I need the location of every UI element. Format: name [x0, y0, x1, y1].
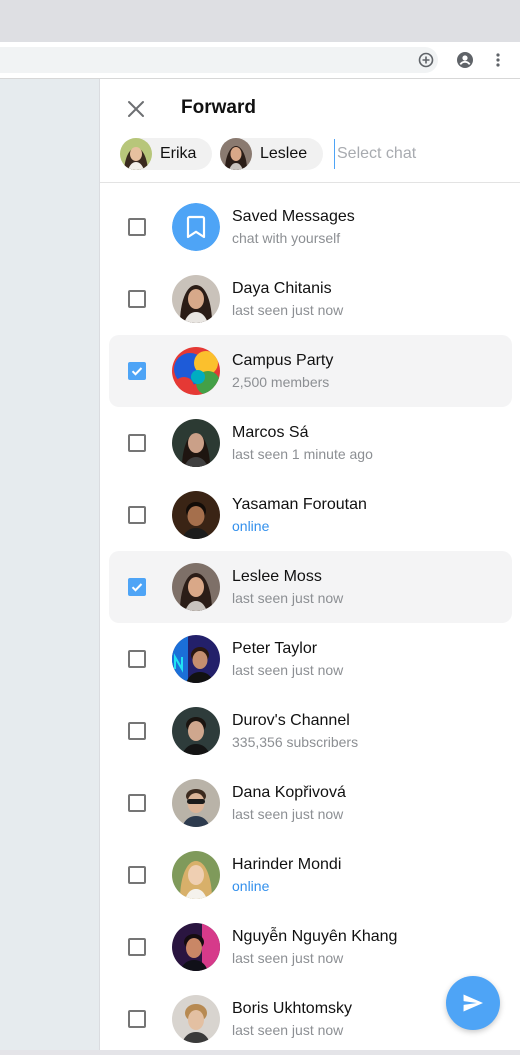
- colorful-balloons-avatar: [172, 347, 220, 395]
- checkbox[interactable]: [128, 290, 146, 308]
- checkbox-checked[interactable]: [128, 578, 146, 596]
- send-icon: [463, 994, 483, 1012]
- chat-status: chat with yourself: [232, 230, 341, 246]
- chat-row-peter-taylor[interactable]: Peter Taylor last seen just now: [109, 623, 512, 695]
- chat-row-saved-messages[interactable]: Saved Messages chat with yourself: [109, 191, 512, 263]
- forward-panel: Forward Erika Leslee Select chat Saved M…: [99, 79, 520, 1050]
- chat-name: Harinder Mondi: [232, 856, 342, 873]
- check-icon: [131, 583, 143, 592]
- chat-name: Marcos Sá: [232, 424, 309, 441]
- person-avatar: [172, 563, 220, 611]
- add-circle-icon[interactable]: [417, 51, 435, 69]
- chat-name: Leslee Moss: [232, 568, 322, 585]
- chat-name: Durov's Channel: [232, 712, 350, 729]
- checkbox[interactable]: [128, 434, 146, 452]
- chat-status: online: [232, 878, 270, 894]
- chat-name: Daya Chitanis: [232, 280, 332, 297]
- chat-row-durovs-channel[interactable]: Durov's Channel 335,356 subscribers: [109, 695, 512, 767]
- chat-row-leslee-moss[interactable]: Leslee Moss last seen just now: [109, 551, 512, 623]
- chat-status: last seen just now: [232, 590, 344, 606]
- chat-status: 2,500 members: [232, 374, 330, 390]
- chat-status: last seen just now: [232, 302, 344, 318]
- send-button[interactable]: [446, 976, 500, 1030]
- account-icon[interactable]: [456, 51, 474, 69]
- chat-row-harinder-mondi[interactable]: Harinder Mondi online: [109, 839, 512, 911]
- person-avatar: [172, 491, 220, 539]
- browser-toolbar: [0, 42, 520, 79]
- check-icon: [131, 367, 143, 376]
- chip-label: Leslee: [260, 145, 308, 162]
- chat-name: Nguyễn Nguyên Khang: [232, 928, 398, 945]
- chip-label: Erika: [160, 145, 197, 162]
- more-vert-icon[interactable]: [489, 51, 507, 69]
- chat-row-campus-party[interactable]: Campus Party 2,500 members: [109, 335, 512, 407]
- chat-row-nguyen-nguyen-khang[interactable]: Nguyễn Nguyên Khang last seen just now: [109, 911, 512, 983]
- address-bar[interactable]: [0, 47, 438, 73]
- chat-status: last seen just now: [232, 1022, 344, 1038]
- neon-person-avatar: [172, 635, 220, 683]
- selected-chip-leslee[interactable]: Leslee: [220, 138, 323, 170]
- person-avatar: [172, 419, 220, 467]
- checkbox[interactable]: [128, 722, 146, 740]
- background-chat-pane: [0, 79, 99, 1050]
- chat-name: Dana Kopřivová: [232, 784, 346, 801]
- person-avatar: [172, 275, 220, 323]
- person-avatar: [172, 851, 220, 899]
- saved-messages-avatar: [172, 203, 220, 251]
- woman-dark-hair-avatar: [220, 138, 252, 170]
- chat-name: Peter Taylor: [232, 640, 318, 657]
- chat-status: 335,356 subscribers: [232, 734, 359, 750]
- checkbox[interactable]: [128, 938, 146, 956]
- chat-name: Saved Messages: [232, 208, 355, 225]
- close-button[interactable]: [122, 95, 150, 123]
- chat-status: last seen 1 minute ago: [232, 446, 373, 462]
- chat-row-daya-chitanis[interactable]: Daya Chitanis last seen just now: [109, 263, 512, 335]
- checkbox[interactable]: [128, 1010, 146, 1028]
- checkbox[interactable]: [128, 794, 146, 812]
- browser-tab-strip: [0, 0, 520, 42]
- chat-name: Campus Party: [232, 352, 334, 369]
- chat-row-yasaman-foroutan[interactable]: Yasaman Foroutan online: [109, 479, 512, 551]
- woman-smiling-avatar: [120, 138, 152, 170]
- checkbox[interactable]: [128, 866, 146, 884]
- chat-name: Yasaman Foroutan: [232, 496, 367, 513]
- chat-row-marcos-sa[interactable]: Marcos Sá last seen 1 minute ago: [109, 407, 512, 479]
- person-avatar: [172, 923, 220, 971]
- chat-status: last seen just now: [232, 950, 344, 966]
- chat-status: online: [232, 518, 270, 534]
- header-divider: [100, 182, 520, 183]
- checkbox-checked[interactable]: [128, 362, 146, 380]
- selected-chip-erika[interactable]: Erika: [120, 138, 212, 170]
- chat-status: last seen just now: [232, 806, 344, 822]
- person-avatar: [172, 995, 220, 1043]
- person-avatar: [172, 707, 220, 755]
- select-chat-input[interactable]: [334, 139, 507, 169]
- chat-row-dana-koprivova[interactable]: Dana Kopřivová last seen just now: [109, 767, 512, 839]
- close-icon: [128, 101, 144, 117]
- panel-title: Forward: [181, 97, 256, 118]
- chat-name: Boris Ukhtomsky: [232, 1000, 353, 1017]
- checkbox[interactable]: [128, 218, 146, 236]
- chat-status: last seen just now: [232, 662, 344, 678]
- checkbox[interactable]: [128, 506, 146, 524]
- person-avatar: [172, 779, 220, 827]
- checkbox[interactable]: [128, 650, 146, 668]
